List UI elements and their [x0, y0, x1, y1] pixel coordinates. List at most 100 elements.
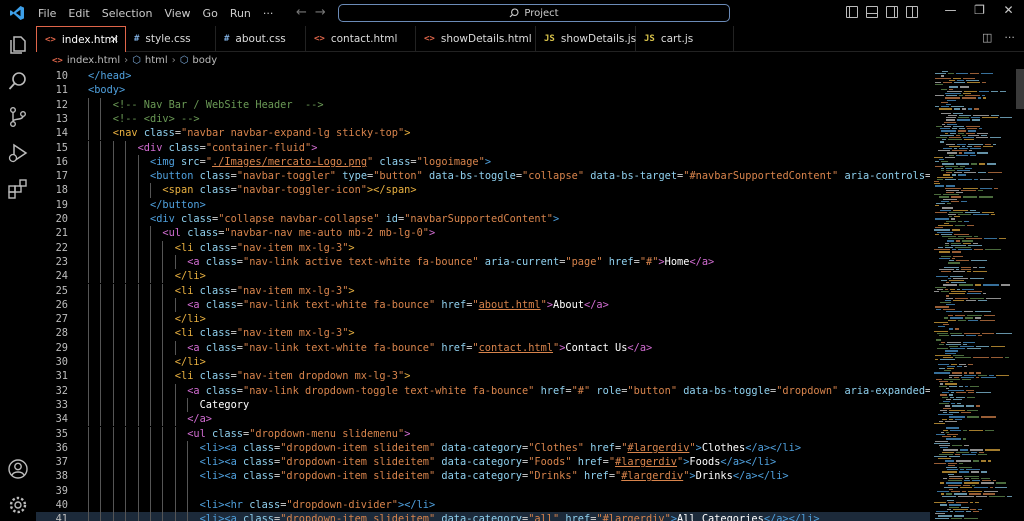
code-line[interactable]: 36 <li><a class="dropdown-item slideitem"…	[36, 440, 930, 456]
code-line[interactable]: 10 </head>	[36, 69, 930, 83]
cube-icon: ⬡	[179, 55, 189, 66]
minimap-line	[960, 486, 972, 489]
minimap-line	[950, 275, 963, 277]
minimap[interactable]	[930, 69, 1016, 521]
minimize-icon[interactable]: —	[936, 3, 965, 17]
code-line[interactable]: 25 <li class="nav-item mx-lg-3">	[36, 283, 930, 298]
forward-arrow-icon[interactable]: →	[315, 5, 326, 20]
toggle-panel-icon[interactable]	[866, 6, 878, 18]
tab-style-css[interactable]: # style.css	[126, 26, 216, 52]
more-actions-icon[interactable]: ···	[1004, 31, 1015, 44]
menu-view[interactable]: View	[158, 7, 196, 20]
indent-guide	[88, 297, 89, 313]
indent-guide	[187, 397, 189, 413]
code-line[interactable]: 39	[36, 483, 930, 498]
code-line[interactable]: 28 <li class="nav-item mx-lg-3">	[36, 326, 930, 341]
split-editor-icon[interactable]: ◫	[982, 31, 992, 44]
source-control-icon[interactable]	[7, 106, 29, 128]
indent-guide	[88, 140, 89, 155]
tab-cart-js[interactable]: JS cart.js	[636, 26, 734, 52]
code-line[interactable]: 38 <li><a class="dropdown-item slideitem"…	[36, 469, 930, 484]
close-tab-icon[interactable]: ✕	[110, 33, 119, 46]
code-line[interactable]: 20 <div class="collapse navbar-collapse" …	[36, 212, 930, 227]
minimap-line	[954, 167, 963, 170]
restore-icon[interactable]: ❐	[965, 3, 994, 17]
code-line[interactable]: 26 <a class="nav-link text-white fa-bounc…	[36, 297, 930, 313]
more-menu-icon[interactable]: ···	[257, 7, 280, 20]
code-line[interactable]: 12 <!-- Nav Bar / WebSite Header -->	[36, 97, 930, 112]
minimap-line	[979, 196, 993, 198]
command-center-search[interactable]: Project	[338, 4, 730, 22]
code-text: <li class="nav-item dropdown mx-lg-3">	[174, 370, 411, 383]
code-line[interactable]: 40 <li><hr class="dropdown-divider"></li>	[36, 498, 930, 513]
tab-showdetails-js[interactable]: JS showDetails.js	[536, 26, 636, 52]
tab-about-css[interactable]: # about.css	[216, 26, 306, 52]
code-line[interactable]: 24 </li>	[36, 269, 930, 284]
customize-layout-icon[interactable]	[906, 6, 918, 18]
code-line[interactable]: 13 <!-- <div> -->	[36, 111, 930, 127]
code-line[interactable]: 35 <ul class="dropdown-menu slidemenu">	[36, 426, 930, 441]
code-text: <li><a class="dropdown-item slideitem" d…	[199, 513, 820, 521]
breadcrumb-html[interactable]: html	[145, 55, 168, 66]
toggle-secondary-sidebar-icon[interactable]	[886, 6, 898, 18]
indent-guide	[137, 197, 139, 212]
account-icon[interactable]	[7, 458, 29, 480]
js-file-icon: JS	[644, 34, 655, 44]
menu-run[interactable]: Run	[224, 7, 257, 20]
code-line[interactable]: 22 <li class="nav-item mx-lg-3">	[36, 240, 930, 255]
code-line[interactable]: 34 </a>	[36, 412, 930, 427]
code-line[interactable]: 27 </li>	[36, 312, 930, 327]
code-line[interactable]: 30 </li>	[36, 355, 930, 370]
tab-contact-html[interactable]: <> contact.html	[306, 26, 416, 52]
breadcrumb-body[interactable]: body	[192, 55, 217, 66]
code-editor[interactable]: 10 </head> 11 <body> 12 <!-- Nav Bar / WebSit…	[36, 69, 930, 521]
breadcrumb-file[interactable]: index.html	[67, 55, 120, 66]
tab-index-html[interactable]: <> index.html ✕	[36, 26, 126, 52]
indent-guide	[162, 355, 164, 370]
code-line[interactable]: 32 <a class="nav-link dropdown-toggle tex…	[36, 383, 930, 398]
minimap-line	[972, 484, 975, 486]
search-view-icon[interactable]	[7, 70, 29, 92]
menu-selection[interactable]: Selection	[96, 7, 159, 20]
code-line[interactable]: 15 <div class="container-fluid">	[36, 140, 930, 155]
explorer-icon[interactable]	[7, 34, 29, 56]
settings-gear-icon[interactable]	[7, 494, 29, 516]
code-line[interactable]: 31 <li class="nav-item dropdown mx-lg-3">	[36, 369, 930, 384]
back-arrow-icon[interactable]: ←	[296, 5, 307, 20]
minimap-line	[952, 150, 967, 152]
code-line[interactable]: 19 </button>	[36, 197, 930, 212]
minimap-line	[962, 288, 974, 291]
tab-showdetails-html[interactable]: <> showDetails.html	[416, 26, 536, 52]
extensions-icon[interactable]	[7, 178, 29, 200]
menu-file[interactable]: File	[32, 7, 62, 20]
indent-guide	[88, 469, 89, 484]
code-line[interactable]: 41 <li><a class="dropdown-item slideitem"…	[36, 512, 930, 521]
minimap-line	[946, 482, 962, 484]
menu-edit[interactable]: Edit	[62, 7, 95, 20]
minimap-line	[991, 357, 1003, 359]
code-line[interactable]: 18 <span class="navbar-toggler-icon"></sp…	[36, 183, 930, 198]
code-line[interactable]: 23 <a class="nav-link active text-white f…	[36, 254, 930, 270]
code-line[interactable]: 37 <li><a class="dropdown-item slideitem"…	[36, 455, 930, 470]
scrollbar-thumb[interactable]	[1016, 69, 1024, 109]
menu-go[interactable]: Go	[197, 7, 224, 20]
code-line[interactable]: 14 <nav class="navbar navbar-expand-lg st…	[36, 126, 930, 141]
close-window-icon[interactable]: ✕	[994, 3, 1023, 17]
minimap-line	[942, 236, 956, 238]
code-line[interactable]: 11 <body>	[36, 83, 930, 97]
run-debug-icon[interactable]	[7, 142, 29, 164]
line-number: 23	[55, 255, 68, 268]
code-line[interactable]: 21 <ul class="navbar-nav me-auto mb-2 mb-…	[36, 226, 930, 241]
code-line[interactable]: 33 Category	[36, 397, 930, 413]
code-line[interactable]: 29 <a class="nav-link text-white fa-bounc…	[36, 340, 930, 355]
minimap-line	[936, 339, 941, 341]
toggle-primary-sidebar-icon[interactable]	[846, 6, 858, 18]
code-line[interactable]: 16 <img src="./Images/mercato-Logo.png" c…	[36, 154, 930, 170]
minimap-line	[968, 134, 979, 137]
indent-guide	[125, 369, 127, 384]
minimap-line	[980, 319, 995, 321]
code-line[interactable]: 17 <button class="navbar-toggler" type="b…	[36, 169, 930, 184]
minimap-line	[949, 211, 963, 214]
minimap-line	[970, 385, 979, 387]
minimap-line	[947, 368, 954, 370]
